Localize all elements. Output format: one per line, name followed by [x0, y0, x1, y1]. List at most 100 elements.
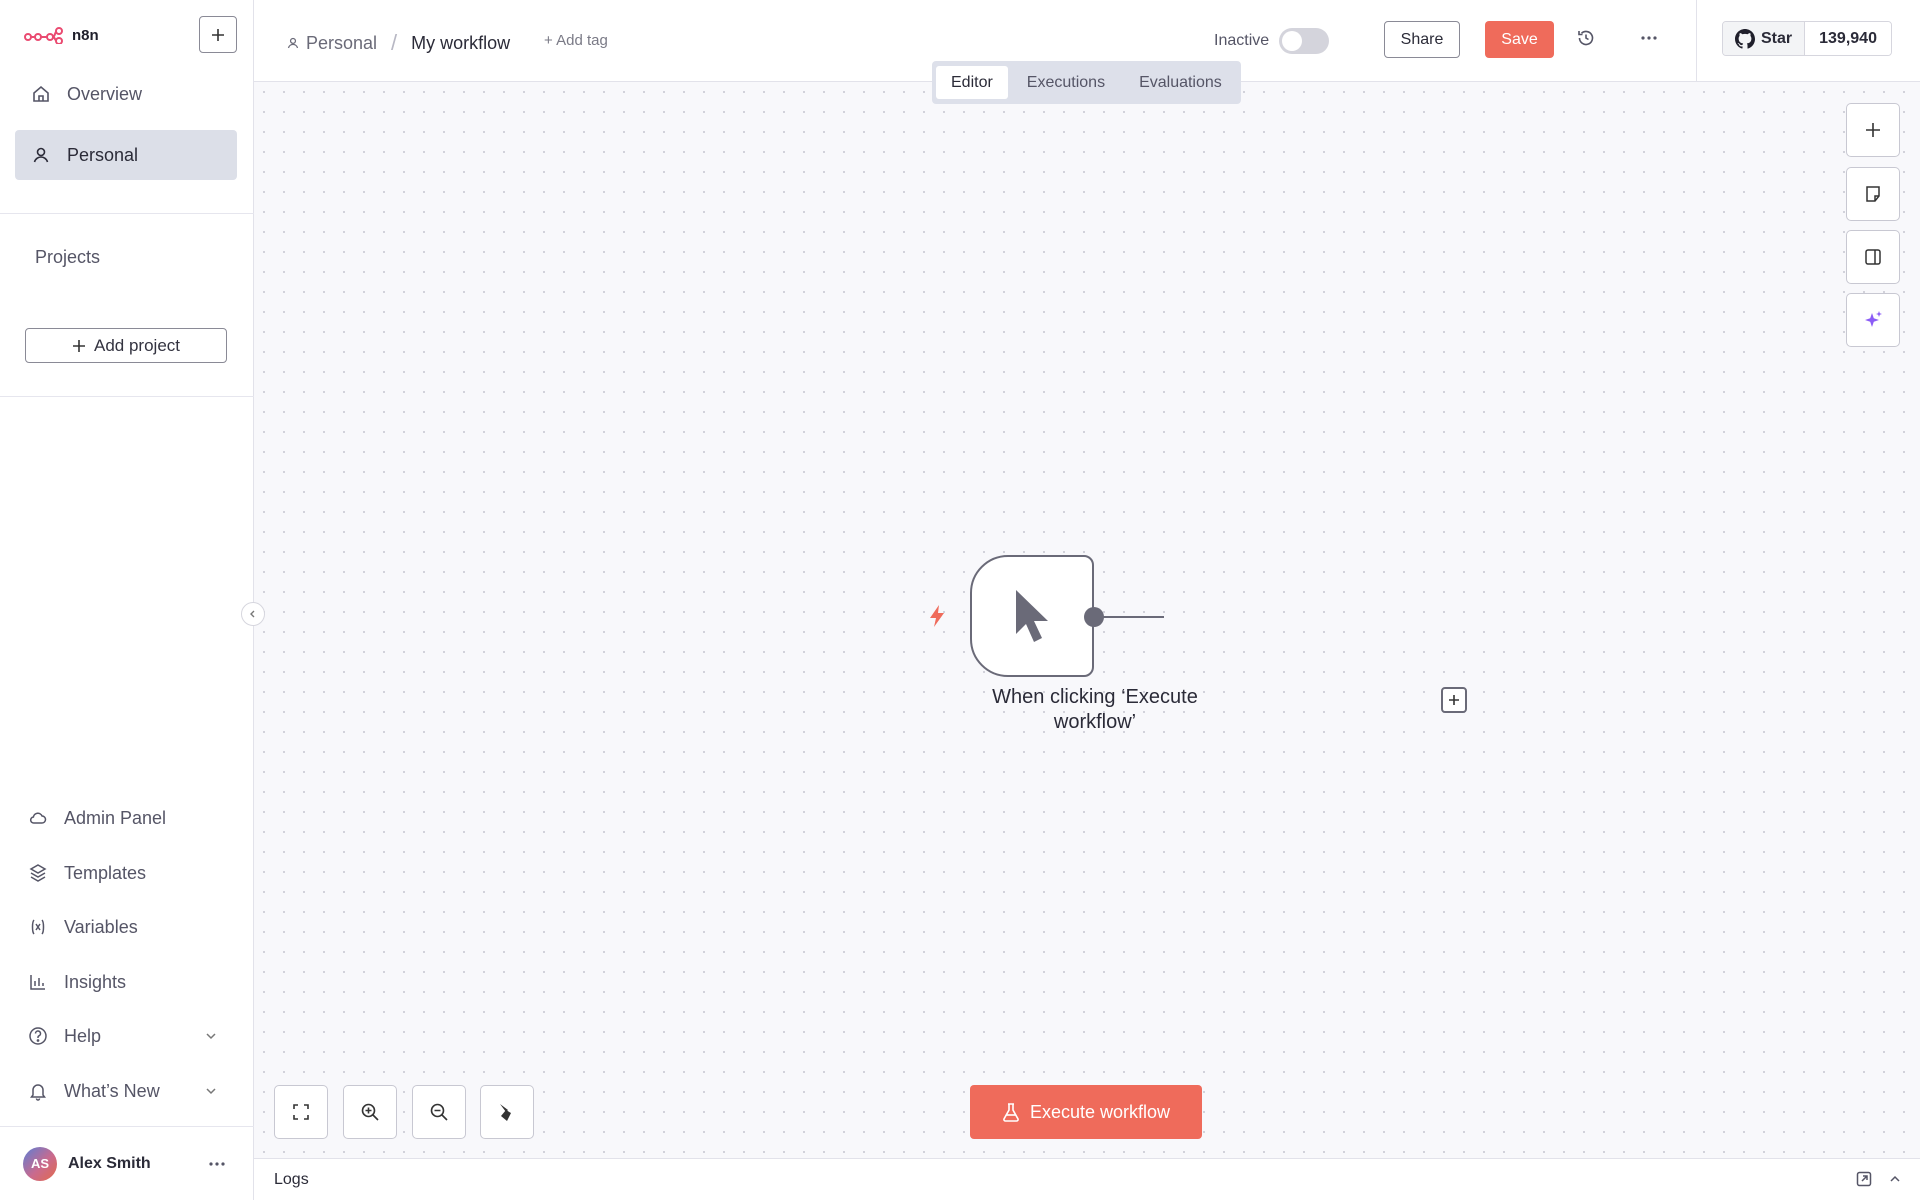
plus-icon: [1448, 694, 1460, 706]
sidebar-item-whats-new[interactable]: What’s New: [28, 1073, 228, 1109]
collapse-sidebar-button[interactable]: [241, 602, 265, 626]
add-node-button[interactable]: [1846, 103, 1900, 157]
view-tabs: Editor Executions Evaluations: [932, 61, 1241, 104]
divider: [1696, 0, 1697, 82]
share-button[interactable]: Share: [1384, 21, 1460, 58]
github-star-label: Star: [1761, 29, 1793, 47]
workflow-name[interactable]: My workflow: [411, 33, 510, 54]
sidebar-item-templates[interactable]: Templates: [28, 855, 228, 891]
output-handle[interactable]: [1084, 607, 1104, 627]
chevron-up-icon[interactable]: [1888, 1172, 1902, 1186]
breadcrumb-project[interactable]: Personal: [306, 33, 377, 54]
sidebar-item-label: Personal: [67, 144, 139, 165]
sidebar-item-label: Admin Panel: [64, 807, 167, 828]
zoom-out-icon: [429, 1102, 449, 1122]
sidebar-item-overview[interactable]: Overview: [15, 69, 237, 119]
node-label: When clicking ‘Execute workflow’: [992, 686, 1198, 733]
cursor-icon: [1012, 588, 1052, 644]
status-label: Inactive: [1214, 32, 1270, 49]
add-tag-button[interactable]: + Add tag: [544, 32, 608, 49]
tab-evaluations[interactable]: Evaluations: [1124, 66, 1237, 99]
add-project-label: Add project: [94, 335, 180, 355]
chevron-down-icon: [204, 1084, 218, 1098]
trigger-node-body[interactable]: [970, 555, 1094, 677]
bell-icon: [28, 1081, 48, 1101]
divider: [0, 396, 254, 397]
history-icon[interactable]: [1576, 28, 1596, 48]
n8n-logo[interactable]: n8n: [24, 26, 99, 44]
avatar: AS: [23, 1146, 57, 1181]
logo-text: n8n: [72, 26, 99, 44]
user-icon: [31, 145, 51, 165]
github-star-button[interactable]: Star 139,940: [1722, 21, 1892, 56]
home-icon: [31, 84, 51, 104]
more-horizontal-icon[interactable]: [1640, 28, 1658, 48]
tidy-up-button[interactable]: [480, 1085, 534, 1139]
user-menu[interactable]: AS Alex Smith: [0, 1126, 254, 1200]
toggle-knob: [1282, 31, 1303, 51]
sticky-note-button[interactable]: [1846, 167, 1900, 221]
user-icon: [286, 36, 300, 50]
sidebar-item-label: Variables: [64, 916, 138, 937]
zoom-in-icon: [360, 1102, 380, 1122]
chevron-down-icon: [204, 1029, 218, 1043]
execute-workflow-button[interactable]: Execute workflow: [970, 1085, 1202, 1139]
toggle-panel-button[interactable]: [1846, 230, 1900, 284]
panel-right-icon: [1864, 248, 1882, 266]
more-horizontal-icon[interactable]: [208, 1161, 226, 1167]
sparkles-icon: [1862, 309, 1884, 331]
github-star-count: 139,940: [1805, 22, 1891, 55]
github-star[interactable]: Star: [1723, 22, 1806, 55]
help-icon: [28, 1026, 48, 1046]
logs-panel[interactable]: Logs: [254, 1158, 1920, 1200]
breadcrumb-separator: /: [391, 30, 398, 55]
sidebar-item-label: What’s New: [64, 1080, 160, 1101]
n8n-logo-icon: [24, 26, 64, 44]
add-project-button[interactable]: Add project: [25, 328, 227, 363]
ai-assistant-button[interactable]: [1846, 293, 1900, 347]
activation-toggle-group: Inactive: [1214, 28, 1330, 54]
sidebar-item-insights[interactable]: Insights: [28, 964, 228, 1000]
box-icon: [28, 863, 48, 883]
logs-controls: [1856, 1171, 1902, 1187]
create-button[interactable]: [199, 16, 237, 53]
active-toggle[interactable]: [1279, 28, 1330, 54]
sidebar-item-personal[interactable]: Personal: [15, 130, 237, 180]
logs-label: Logs: [274, 1170, 309, 1188]
divider: [0, 213, 254, 214]
zoom-to-fit-button[interactable]: [274, 1085, 328, 1139]
sidebar: n8n Overview Personal Projects Add proje…: [0, 0, 254, 1200]
sidebar-item-variables[interactable]: Variables: [28, 909, 228, 945]
projects-heading: Projects: [35, 247, 101, 267]
workflow-canvas[interactable]: When clicking ‘Execute workflow’ Execute…: [254, 82, 1920, 1158]
execute-label: Execute workflow: [1029, 1101, 1171, 1122]
sidebar-item-label: Templates: [64, 862, 147, 883]
sidebar-item-label: Insights: [64, 971, 127, 992]
breadcrumb: Personal / My workflow: [286, 30, 510, 56]
tab-editor[interactable]: Editor: [936, 66, 1008, 99]
save-button[interactable]: Save: [1485, 21, 1554, 58]
pop-out-icon[interactable]: [1856, 1171, 1872, 1187]
plus-icon: [1864, 121, 1882, 139]
zoom-out-button[interactable]: [412, 1085, 466, 1139]
plus-icon: [210, 27, 226, 43]
sidebar-item-help[interactable]: Help: [28, 1018, 228, 1054]
add-next-node-button[interactable]: [1441, 687, 1467, 713]
zoom-in-button[interactable]: [343, 1085, 397, 1139]
tab-executions[interactable]: Executions: [1012, 66, 1120, 99]
connection-line: [1103, 616, 1164, 618]
bolt-icon: [927, 604, 947, 628]
flask-icon: [1002, 1102, 1020, 1122]
sidebar-item-label: Help: [64, 1025, 102, 1046]
sticky-note-icon: [1864, 185, 1882, 203]
github-icon: [1735, 28, 1755, 49]
sidebar-item-label: Overview: [67, 83, 143, 104]
cloud-icon: [28, 808, 48, 828]
broom-icon: [496, 1101, 518, 1123]
chart-icon: [28, 972, 48, 992]
chevron-left-icon: [248, 609, 258, 619]
sidebar-item-admin-panel[interactable]: Admin Panel: [28, 800, 228, 836]
maximize-icon: [292, 1103, 310, 1121]
plus-icon: [72, 339, 86, 353]
user-name: Alex Smith: [68, 1154, 151, 1172]
